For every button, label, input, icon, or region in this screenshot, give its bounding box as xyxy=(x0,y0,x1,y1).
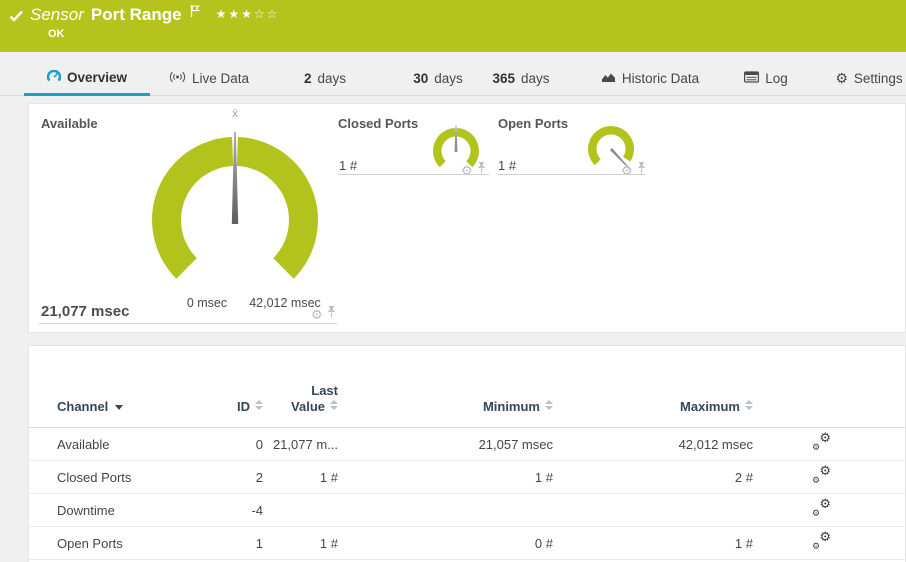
channel-id: 0 xyxy=(159,427,263,461)
sort-icon xyxy=(745,400,753,410)
gauge-needle xyxy=(231,132,239,224)
closed-ports-current-value: 1 # xyxy=(339,158,358,173)
divider xyxy=(338,174,489,175)
channel-last-value: 1 # xyxy=(263,526,338,560)
channel-minimum: 21,057 msec xyxy=(338,427,553,461)
tab-label: days xyxy=(434,70,463,86)
log-list-icon xyxy=(744,70,760,86)
tab-log[interactable]: Log xyxy=(735,60,797,96)
divider xyxy=(498,174,645,175)
col-actions xyxy=(753,346,906,428)
tab-label: Settings xyxy=(853,70,903,86)
priority-stars[interactable]: ★★★☆☆ xyxy=(216,3,280,25)
gauge-title-available: Available xyxy=(41,116,98,131)
channel-id: 2 xyxy=(159,460,263,494)
col-last-value[interactable]: Last Value xyxy=(263,346,338,428)
table-row: Open Ports 1 1 # 0 # 1 # ⚙ ⚙ xyxy=(29,526,906,560)
tab-label: Overview xyxy=(66,70,128,85)
tab-overview[interactable]: Overview xyxy=(24,60,150,96)
col-maximum[interactable]: Maximum xyxy=(553,346,753,428)
tab-2-days[interactable]: 2 days xyxy=(293,60,357,96)
sort-icon xyxy=(330,400,338,410)
closed-ports-panel-actions: ⚙ xyxy=(461,161,486,179)
table-header-row: Channel ID Last Value Minimum Maximum xyxy=(29,346,906,428)
channel-maximum xyxy=(553,493,753,527)
gear-icon: ⚙ xyxy=(835,70,848,86)
tab-label: days xyxy=(521,70,550,86)
pin-icon[interactable] xyxy=(477,161,486,179)
sensor-header: Sensor Port Range ★★★☆☆ OK xyxy=(0,0,906,52)
open-ports-current-value: 1 # xyxy=(498,158,517,173)
channel-maximum: 1 # xyxy=(553,526,753,560)
channel-settings-gears-icon[interactable]: ⚙ ⚙ xyxy=(811,431,831,452)
gauges-panel: Available x̄ 0 msec 42,012 msec 21,077 m… xyxy=(28,103,906,333)
gauge-icon xyxy=(46,69,62,86)
available-current-value: 21,077 msec xyxy=(41,303,130,320)
tab-label: Live Data xyxy=(191,70,250,86)
sort-desc-icon xyxy=(115,405,124,410)
channel-minimum xyxy=(338,493,553,527)
area-chart-icon xyxy=(601,71,616,86)
tab-settings[interactable]: ⚙ Settings xyxy=(829,60,906,96)
pin-icon[interactable] xyxy=(637,161,646,179)
channel-id: 1 xyxy=(159,526,263,560)
tab-label: Historic Data xyxy=(621,70,700,86)
channel-maximum: 42,012 msec xyxy=(553,427,753,461)
flag-icon[interactable] xyxy=(190,1,200,23)
divider xyxy=(39,323,337,324)
channel-settings-gears-icon[interactable]: ⚙ ⚙ xyxy=(811,497,831,518)
channel-minimum: 1 # xyxy=(338,460,553,494)
sensor-title: Sensor Port Range ★★★☆☆ xyxy=(30,4,279,26)
sort-icon xyxy=(545,400,553,410)
sort-icon xyxy=(255,400,263,410)
status-badge: OK xyxy=(48,28,65,40)
available-panel-actions: ⚙ xyxy=(311,305,336,323)
channel-last-value: 1 # xyxy=(263,460,338,494)
gauge-needle xyxy=(454,125,458,152)
channel-last-value: 21,077 m... xyxy=(263,427,338,461)
col-minimum[interactable]: Minimum xyxy=(338,346,553,428)
channel-minimum: 0 # xyxy=(338,526,553,560)
tab-bar: Overview Live Data 2 days 30 days 365 da… xyxy=(0,60,906,96)
tab-label: days xyxy=(317,70,347,86)
tab-live-data[interactable]: Live Data xyxy=(163,60,255,96)
channel-last-value xyxy=(263,493,338,527)
tab-365-days[interactable]: 365 days xyxy=(486,60,556,96)
prtg-sensor-page: Sensor Port Range ★★★☆☆ OK Overview Live… xyxy=(0,0,906,562)
gauge-title-open-ports: Open Ports xyxy=(498,116,569,131)
tab-label: Log xyxy=(765,70,788,86)
channel-name[interactable]: Available xyxy=(29,427,159,461)
gauge-title-closed-ports: Closed Ports xyxy=(338,116,419,131)
col-id[interactable]: ID xyxy=(159,346,263,428)
pin-icon[interactable] xyxy=(327,305,336,323)
channel-name[interactable]: Downtime xyxy=(29,493,159,527)
tab-number: 365 xyxy=(492,70,515,86)
channel-settings-gears-icon[interactable]: ⚙ ⚙ xyxy=(811,530,831,551)
channel-settings-gears-icon[interactable]: ⚙ ⚙ xyxy=(811,464,831,485)
object-kind-label: Sensor xyxy=(30,5,84,24)
status-ok-check-icon xyxy=(9,9,24,27)
channel-name[interactable]: Open Ports xyxy=(29,526,159,560)
mean-marker: x̄ xyxy=(232,108,238,120)
channels-panel: Channel ID Last Value Minimum Maximum Ava… xyxy=(28,345,906,562)
channels-table: Channel ID Last Value Minimum Maximum Ava… xyxy=(29,346,906,560)
tab-number: 2 xyxy=(303,70,312,86)
live-broadcast-icon xyxy=(169,71,186,86)
channel-maximum: 2 # xyxy=(553,460,753,494)
tab-30-days[interactable]: 30 days xyxy=(405,60,471,96)
tab-historic-data[interactable]: Historic Data xyxy=(593,60,707,96)
table-row: Closed Ports 2 1 # 1 # 2 # ⚙ ⚙ xyxy=(29,460,906,494)
open-ports-panel-actions: ⚙ xyxy=(621,161,646,179)
table-row: Available 0 21,077 m... 21,057 msec 42,0… xyxy=(29,427,906,461)
col-channel[interactable]: Channel xyxy=(29,346,159,428)
available-gauge-chart[interactable] xyxy=(140,125,330,315)
gear-icon[interactable]: ⚙ xyxy=(311,308,323,321)
sensor-name: Port Range xyxy=(90,5,182,24)
channel-name[interactable]: Closed Ports xyxy=(29,460,159,494)
table-row: Downtime -4 ⚙ ⚙ xyxy=(29,493,906,527)
channel-id: -4 xyxy=(159,493,263,527)
tab-number: 30 xyxy=(413,70,429,86)
